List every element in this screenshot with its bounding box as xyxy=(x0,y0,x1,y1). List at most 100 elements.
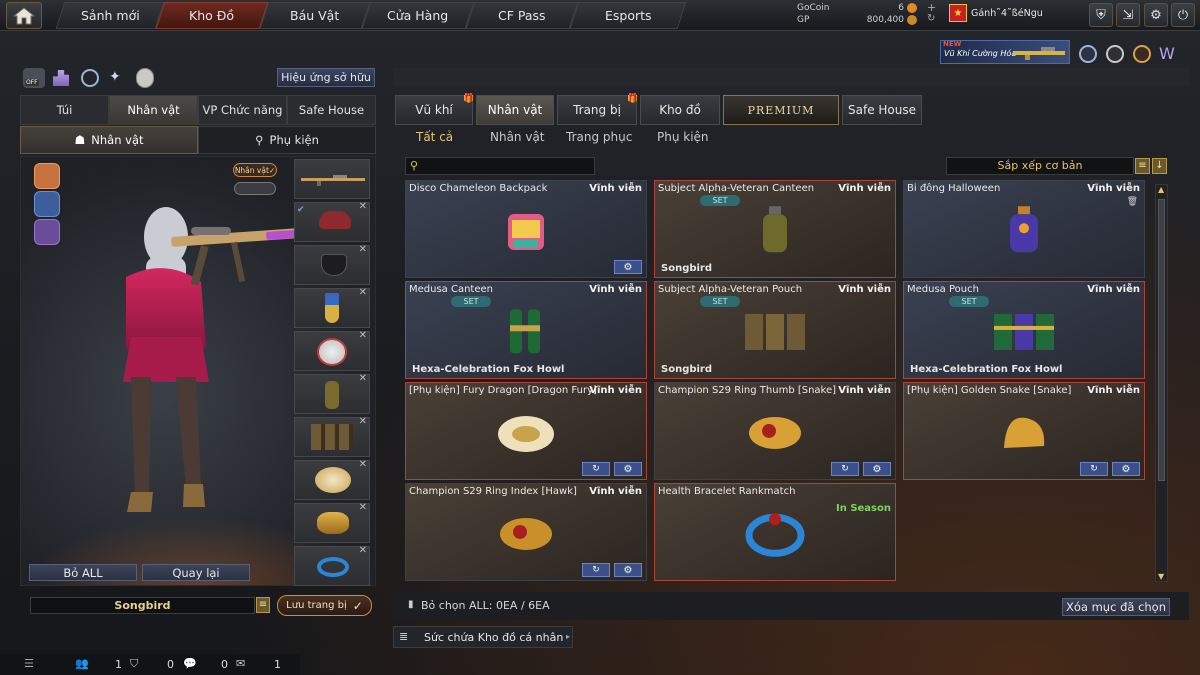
equip-slot-3[interactable]: ✕ xyxy=(294,244,370,285)
item-card[interactable]: Champion S29 Ring Index [Hawk] Vĩnh viễn ⚙… xyxy=(405,483,647,581)
deselect-status[interactable]: Bỏ chọn ALL: 0EA / 6EA xyxy=(421,599,550,612)
nav-tab-inventory[interactable]: Kho Đồ xyxy=(155,2,269,29)
exit-button[interactable]: ⇲ xyxy=(1116,3,1140,27)
equip-slot-8[interactable]: ✕ xyxy=(294,459,370,500)
refresh-icon[interactable]: ↻ xyxy=(927,13,935,24)
item-toggle-button[interactable]: ↻ xyxy=(582,462,610,476)
emote-icon[interactable] xyxy=(81,69,99,87)
item-toggle-button[interactable]: ↻ xyxy=(582,563,610,577)
subtab-character[interactable]: ☗ Nhân vật xyxy=(20,126,198,154)
left-tab-functional[interactable]: VP Chức năng xyxy=(198,95,287,125)
capacity-button[interactable]: ≣ Sức chứa Kho đồ cá nhân ▸ xyxy=(393,626,573,648)
right-tab-character[interactable]: Nhân vật xyxy=(476,95,554,125)
friends-icon[interactable]: 👥 xyxy=(75,657,89,670)
home-button[interactable] xyxy=(6,2,42,29)
sort-down-icon[interactable]: ↓ xyxy=(1152,158,1167,174)
item-card[interactable]: [Phụ kiện] Golden Snake [Snake] Vĩnh viễn… xyxy=(903,382,1145,480)
subtab-accessory[interactable]: ⚲ Phụ kiện xyxy=(198,126,376,154)
close-icon[interactable]: ✕ xyxy=(359,502,367,513)
class-icon-1[interactable] xyxy=(34,163,60,189)
nav-tab-esports[interactable]: Esports xyxy=(569,2,687,29)
equip-slot-5[interactable]: ✕ xyxy=(294,330,370,371)
mouse-icon[interactable] xyxy=(136,68,154,88)
settings-button[interactable]: ⚙ xyxy=(1144,3,1168,27)
filter-accessory[interactable]: Phụ kiện xyxy=(657,130,709,144)
item-card[interactable]: Medusa Canteen Vĩnh viễn SET Hexa-Celebrati… xyxy=(405,281,647,379)
sort-dropdown[interactable]: Sắp xếp cơ bản xyxy=(946,157,1134,175)
right-tab-premium[interactable]: PREMIUM xyxy=(723,95,839,125)
item-settings-button[interactable]: ⚙ xyxy=(614,563,642,577)
badge-icon-4[interactable]: W xyxy=(1159,44,1175,63)
close-icon[interactable]: ✕ xyxy=(359,459,367,470)
equip-slot-7[interactable]: ✕ xyxy=(294,416,370,457)
badge-icon-2[interactable] xyxy=(1106,45,1124,63)
equip-slot-10[interactable]: ✕ xyxy=(294,545,370,586)
item-toggle-button[interactable]: ↻ xyxy=(1080,462,1108,476)
power-button[interactable]: ⏻ xyxy=(1171,3,1195,27)
nav-tab-shop[interactable]: Cửa Hàng xyxy=(361,2,475,29)
right-tab-weapons[interactable]: Vũ khí xyxy=(395,95,473,125)
nav-tab-cfpass[interactable]: CF Pass xyxy=(465,2,579,29)
right-tab-safehouse[interactable]: Safe House xyxy=(842,95,922,125)
close-icon[interactable]: ✕ xyxy=(359,545,367,556)
item-card[interactable]: Subject Alpha-Veteran Canteen Vĩnh viễn SE… xyxy=(654,180,896,278)
equip-slot-6[interactable]: ✕ xyxy=(294,373,370,414)
right-tab-equipment[interactable]: Trang bị xyxy=(557,95,637,125)
filter-character[interactable]: Nhân vật xyxy=(490,130,545,144)
filter-costume[interactable]: Trang phục xyxy=(566,130,632,144)
list-icon[interactable]: ☰ xyxy=(24,657,34,670)
close-icon[interactable]: ✕ xyxy=(359,373,367,384)
ranking-icon[interactable] xyxy=(53,70,69,86)
mail-icon[interactable]: ✉ xyxy=(236,657,245,670)
nav-tab-treasure[interactable]: Báu Vật xyxy=(259,2,371,29)
equip-slot-9[interactable]: ✕ xyxy=(294,502,370,543)
item-scrollbar[interactable]: ▲ ▼ xyxy=(1155,184,1168,582)
scroll-thumb[interactable] xyxy=(1158,199,1165,481)
scroll-down-icon[interactable]: ▼ xyxy=(1158,572,1164,581)
left-tab-safehouse[interactable]: Safe House xyxy=(287,95,376,125)
delete-selected-button[interactable]: Xóa mục đã chọn xyxy=(1062,598,1170,616)
save-equipment-button[interactable]: Lưu trang bị ✓ xyxy=(277,595,372,616)
item-settings-button[interactable]: ⚙ xyxy=(863,462,891,476)
close-icon[interactable]: ✕ xyxy=(359,416,367,427)
item-settings-button[interactable]: ⚙ xyxy=(614,462,642,476)
badge-icon-3[interactable] xyxy=(1133,45,1151,63)
equip-slot-4[interactable]: ✕ xyxy=(294,287,370,328)
class-icon-3[interactable] xyxy=(34,219,60,245)
scroll-up-icon[interactable]: ▲ xyxy=(1158,185,1164,194)
left-tab-bag[interactable]: Túi xyxy=(20,95,109,125)
left-tab-character[interactable]: Nhân vật xyxy=(109,95,198,125)
character-badge[interactable]: Nhân vật ✓ xyxy=(233,163,277,177)
item-card[interactable]: Subject Alpha-Veteran Pouch Vĩnh viễn SET S… xyxy=(654,281,896,379)
trash-icon[interactable]: 🗑 xyxy=(1127,197,1138,207)
unequip-all-button[interactable]: Bỏ ALL xyxy=(29,564,137,581)
close-icon[interactable]: ✕ xyxy=(359,287,367,298)
clan-icon[interactable]: ⛉ xyxy=(130,657,138,671)
shield-button[interactable]: ⛨ xyxy=(1089,3,1113,27)
list-menu-icon[interactable]: ≡ xyxy=(1135,158,1150,174)
equip-slot-2[interactable]: ✕ ✔ xyxy=(294,201,370,242)
filter-all[interactable]: Tất cả xyxy=(416,130,453,144)
close-icon[interactable]: ✕ xyxy=(359,201,367,212)
effect-toggle-icon[interactable]: OFF xyxy=(23,68,45,88)
visibility-toggle[interactable] xyxy=(234,182,276,195)
chat-icon[interactable]: 💬 xyxy=(183,657,197,670)
class-icon-2[interactable] xyxy=(34,191,60,217)
item-card[interactable]: Medusa Pouch Vĩnh viễn SET Hexa-Celebration… xyxy=(903,281,1145,379)
promo-banner[interactable]: NEW Vũ Khí Cường Hóa xyxy=(940,40,1070,64)
pose-icon[interactable]: ✦ xyxy=(109,69,121,85)
item-card[interactable]: Health Bracelet Rankmatch In Season xyxy=(654,483,896,581)
set-name-field[interactable]: Songbird xyxy=(30,597,255,614)
equip-slot-weapon[interactable] xyxy=(294,159,370,199)
back-button[interactable]: Quay lại xyxy=(142,564,250,581)
list-menu-icon[interactable]: ≡ xyxy=(256,597,270,613)
effects-owned-button[interactable]: Hiệu ứng sở hữu xyxy=(277,68,375,87)
item-toggle-button[interactable]: ↻ xyxy=(831,462,859,476)
close-icon[interactable]: ✕ xyxy=(359,330,367,341)
badge-icon-1[interactable] xyxy=(1079,45,1097,63)
item-card[interactable]: Bi đông Halloween Vĩnh viễn 🗑 xyxy=(903,180,1145,278)
right-tab-storage[interactable]: Kho đồ xyxy=(640,95,720,125)
item-settings-button[interactable]: ⚙ xyxy=(614,260,642,274)
nav-tab-lobby[interactable]: Sảnh mới xyxy=(55,2,165,29)
item-card[interactable]: Champion S29 Ring Thumb [Snake] Vĩnh viễn… xyxy=(654,382,896,480)
